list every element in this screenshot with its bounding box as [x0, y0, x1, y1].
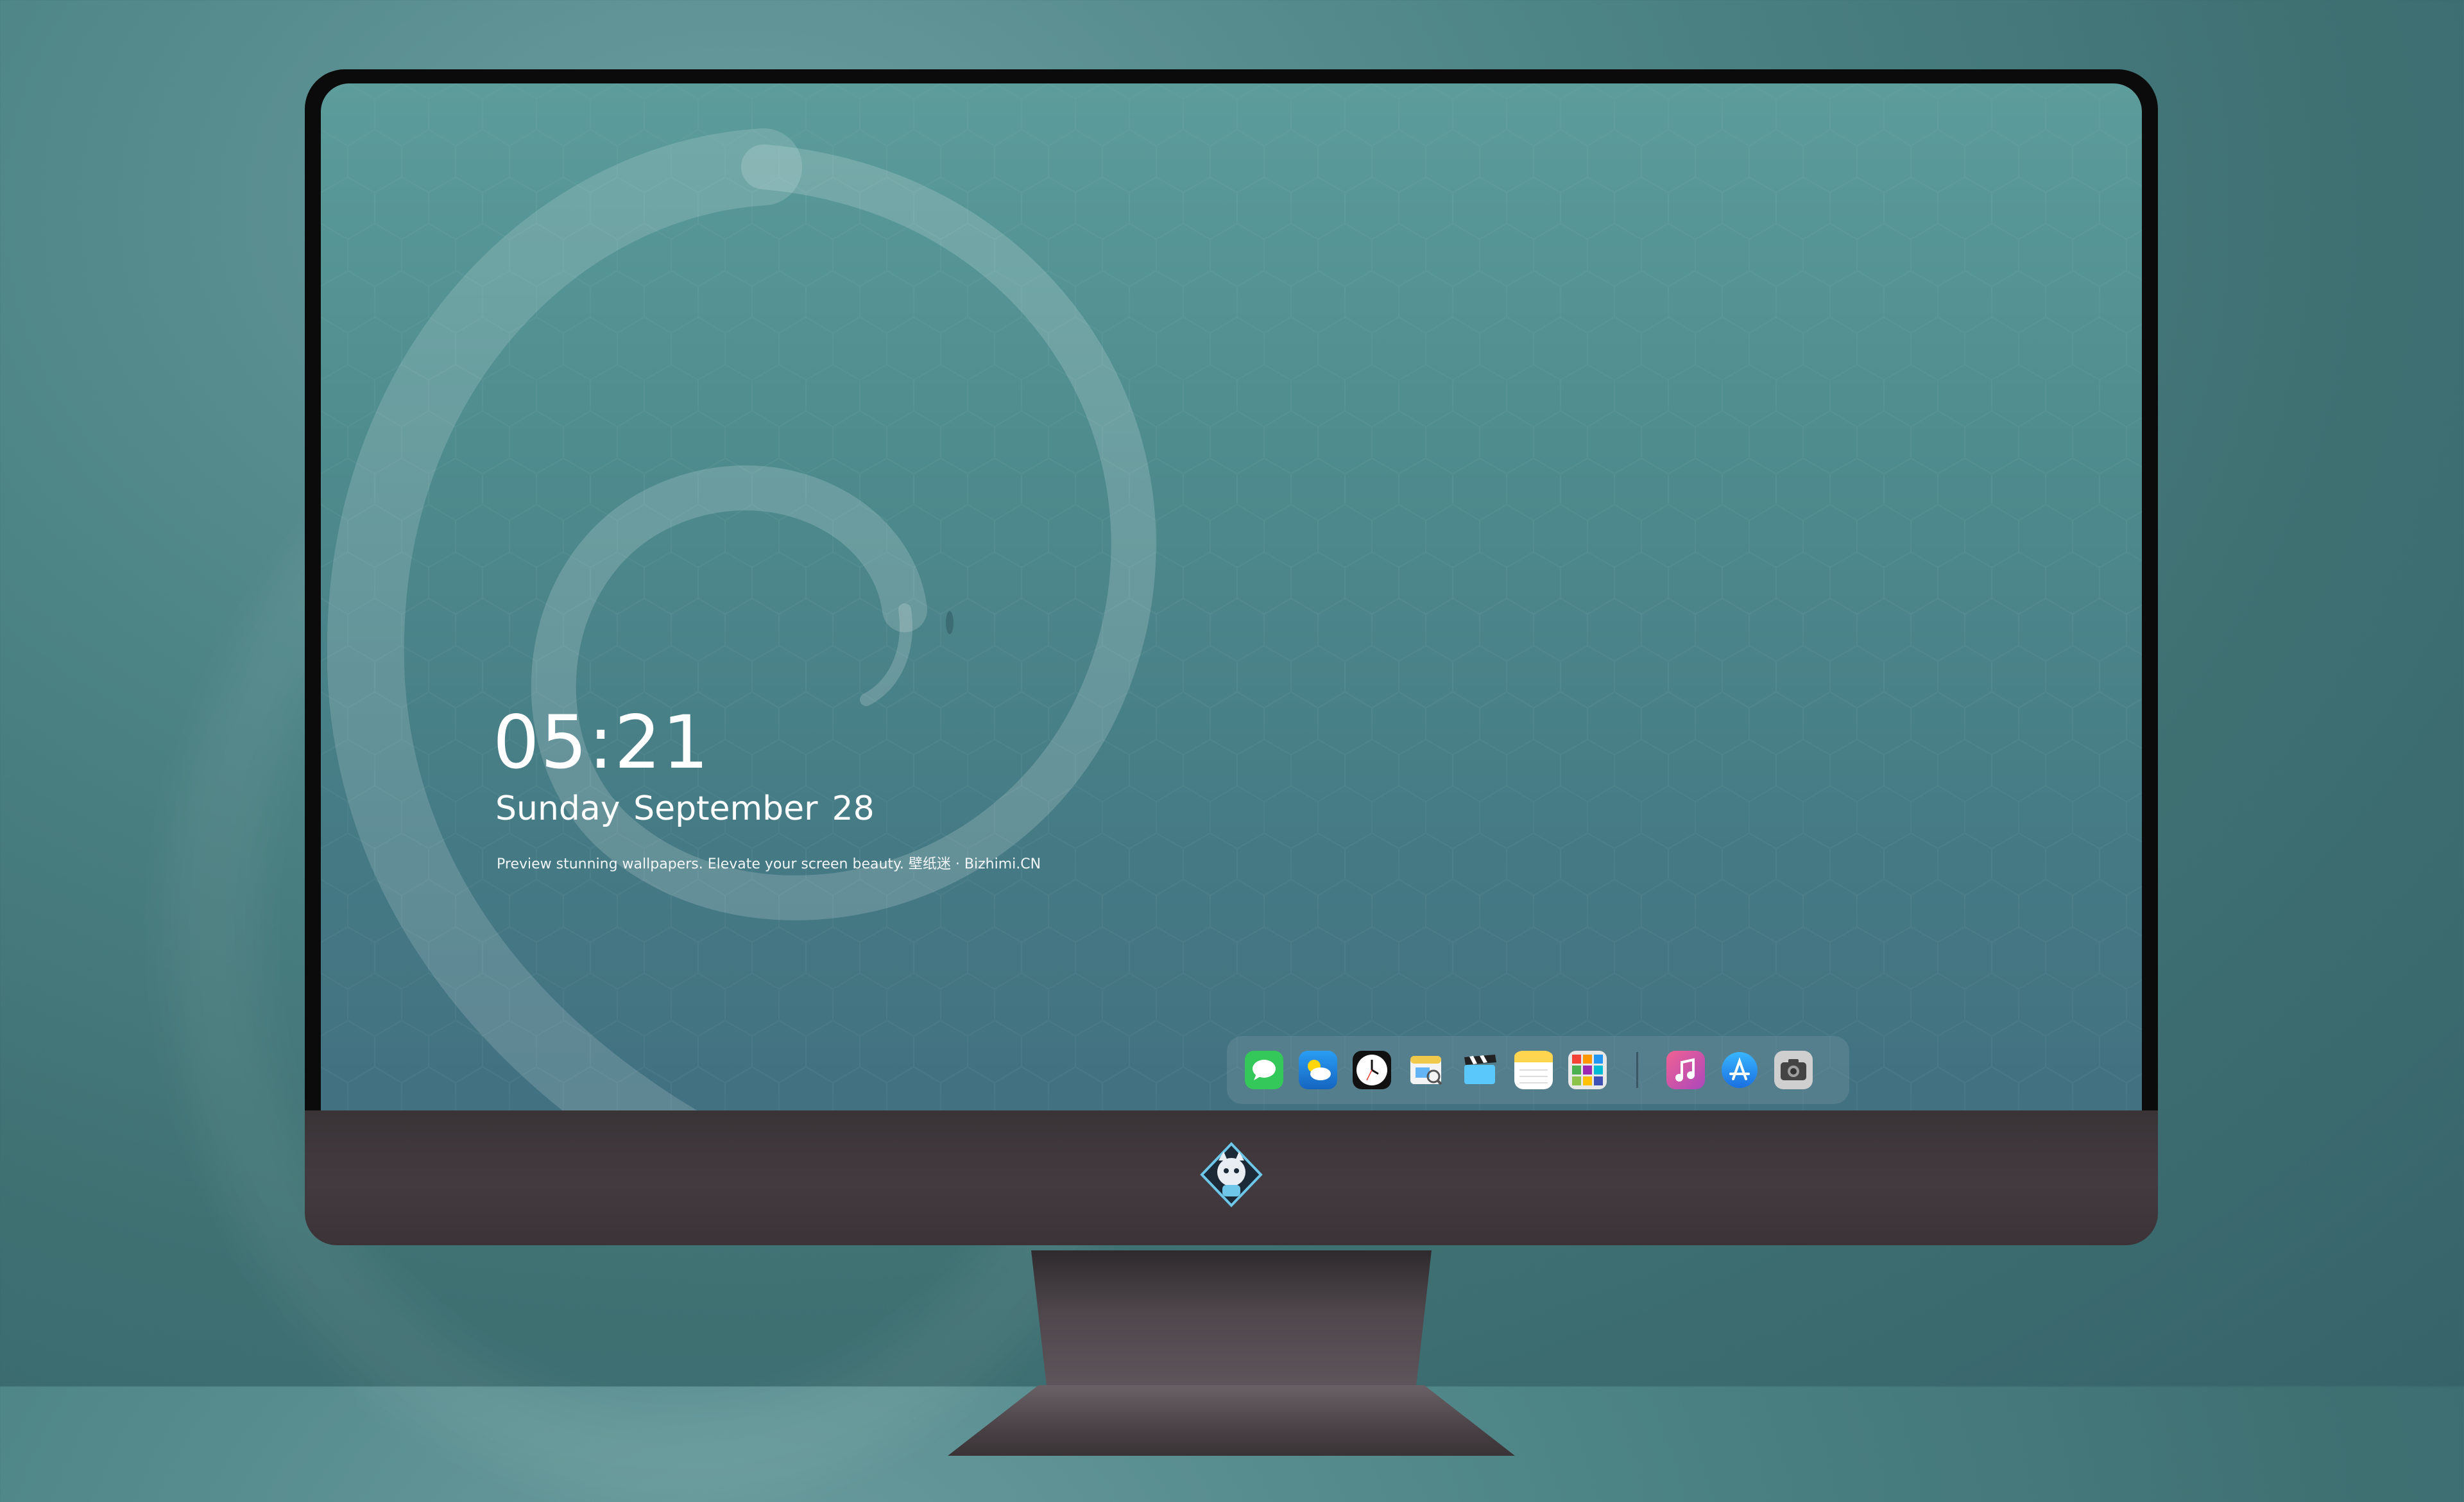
debian-swirl-logo — [327, 128, 1156, 1110]
monitor-chin — [305, 1110, 2158, 1245]
wallpaper-tagline: Preview stunning wallpapers. Elevate you… — [497, 856, 1041, 872]
app-store-icon[interactable] — [1720, 1051, 1759, 1089]
imac-monitor: 05:21 Sunday September 28 Preview stunnin… — [305, 69, 2158, 1456]
monitor-stand-neck — [1031, 1250, 1432, 1392]
photos-grid-icon[interactable] — [1568, 1051, 1607, 1089]
date-day: 28 — [832, 790, 875, 828]
notes-icon[interactable] — [1514, 1051, 1553, 1089]
claquette-icon[interactable] — [1460, 1051, 1499, 1089]
app-dock — [1227, 1036, 1849, 1104]
lockscreen-date: Sunday September 28 — [495, 790, 875, 828]
messages-icon[interactable] — [1245, 1051, 1283, 1089]
dock-separator — [1636, 1052, 1638, 1088]
clock-icon[interactable] — [1353, 1051, 1391, 1089]
monitor-bezel: 05:21 Sunday September 28 Preview stunnin… — [305, 69, 2158, 1110]
monitor-stand-base — [948, 1385, 1515, 1456]
date-weekday-month: Sunday September — [495, 790, 818, 828]
mascot-logo-icon — [1200, 1142, 1263, 1207]
itunes-icon[interactable] — [1666, 1051, 1705, 1089]
desktop-screen: 05:21 Sunday September 28 Preview stunnin… — [321, 83, 2142, 1110]
lockscreen-clock: 05:21 — [493, 700, 710, 785]
screenshot-camera-icon[interactable] — [1774, 1051, 1813, 1089]
preview-icon[interactable] — [1407, 1051, 1445, 1089]
weather-icon[interactable] — [1299, 1051, 1337, 1089]
